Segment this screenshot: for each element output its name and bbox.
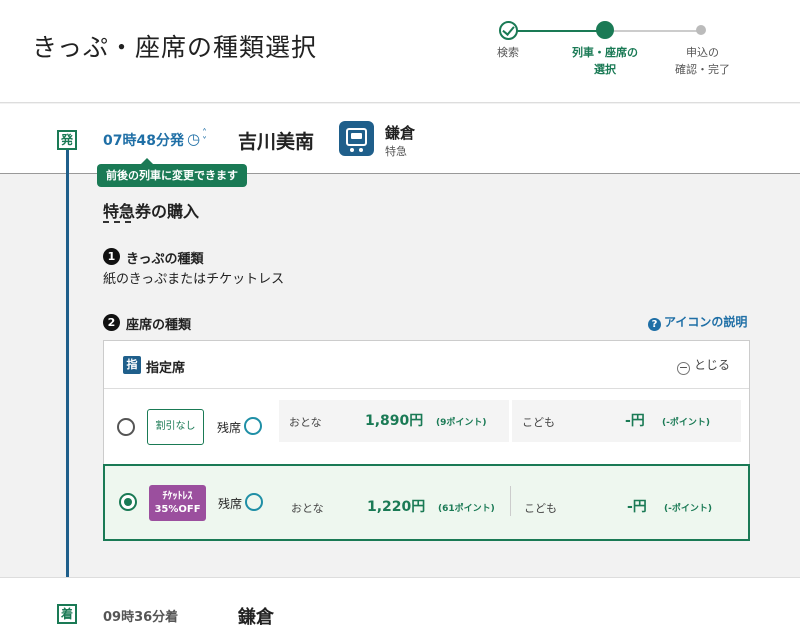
reserved-seat-badge: 指: [123, 356, 141, 374]
minus-circle-icon: −: [677, 361, 690, 375]
discount-tag: 割引なし: [147, 409, 204, 445]
availability-circle-icon: [245, 493, 263, 511]
availability-label: 残席: [217, 421, 242, 435]
step-label-select: 列車・座席の 選択: [572, 46, 638, 76]
departure-time[interactable]: 07時48分発: [103, 130, 184, 150]
step-label-search[interactable]: 検索: [480, 44, 536, 61]
section-title: 特急券の購入: [103, 202, 200, 221]
promo-line-2: 35%OFF: [154, 504, 201, 515]
progress-stepper: 検索 列車・座席の 選択 申込の 確認・完了: [480, 18, 780, 88]
adult-label: おとな: [291, 502, 324, 515]
promo-line-1: ﾁｹｯﾄﾚｽ: [162, 491, 193, 502]
ticket-type-heading: きっぷの種類: [126, 252, 204, 267]
change-train-tooltip: 前後の列車に変更できます: [97, 158, 247, 187]
train-wheel: [350, 148, 354, 152]
adult-points: (61ポイント): [438, 504, 495, 514]
fare-option-row-selected[interactable]: ﾁｹｯﾄﾚｽ 35%OFF 残席 おとな 1,220円 (61ポイント) こども …: [103, 464, 750, 541]
train-wheel: [359, 148, 363, 152]
fare-radio-selected[interactable]: [119, 493, 137, 511]
arrival-station: 鎌倉: [238, 607, 274, 628]
adult-price-box: おとな 1,890円 (9ポイント): [279, 400, 509, 442]
page-title: きっぷ・座席の種類選択: [32, 33, 318, 62]
icon-help-link[interactable]: ? アイコンの説明: [648, 313, 747, 331]
availability-label: 残席: [218, 497, 243, 511]
child-price-box: こども -円 (-ポイント): [512, 400, 741, 442]
availability-circle-icon: [244, 417, 262, 435]
fare-radio[interactable]: [117, 418, 135, 436]
route-timeline: [66, 140, 69, 605]
seat-class-name: 指定席: [146, 361, 186, 376]
chevron-updown-icon[interactable]: ˄ ˅: [202, 129, 210, 147]
train-type: 特急: [385, 145, 407, 158]
train-destination: 鎌倉: [385, 124, 416, 142]
departure-marker: 発: [57, 130, 77, 150]
ticket-type-value: 紙のきっぷまたはチケットレス: [103, 272, 285, 287]
train-icon: [339, 121, 374, 156]
price-divider: [510, 486, 511, 516]
question-number-1: 1: [103, 248, 120, 265]
icon-help-link-label: アイコンの説明: [664, 315, 748, 329]
collapse-label: とじる: [694, 358, 731, 372]
child-price-box: こども -円 (-ポイント): [514, 486, 743, 528]
arrival-time: 09時36分着: [103, 610, 179, 625]
arrival-marker: 着: [57, 604, 77, 624]
adult-price: 1,890円: [365, 413, 424, 429]
title-underline: [103, 221, 131, 225]
adult-points: (9ポイント): [436, 418, 487, 428]
seat-type-heading: 座席の種類: [126, 318, 192, 333]
fare-option-row[interactable]: 割引なし 残席 おとな 1,890円 (9ポイント) こども -円 (-ポイント…: [104, 390, 749, 464]
seat-panel-header: 指 指定席 − とじる: [104, 341, 749, 389]
step-label-confirm: 申込の 確認・完了: [675, 46, 730, 76]
collapse-button[interactable]: − とじる: [677, 356, 730, 375]
adult-label: おとな: [289, 416, 322, 429]
child-price: -円: [627, 499, 647, 515]
child-label: こども: [524, 502, 557, 515]
child-points: (-ポイント): [664, 504, 712, 514]
child-label: こども: [522, 416, 555, 429]
stepper-line-pending: [605, 30, 703, 32]
ticketless-discount-tag: ﾁｹｯﾄﾚｽ 35%OFF: [149, 485, 206, 521]
help-icon: ?: [648, 318, 661, 331]
question-number-2: 2: [103, 314, 120, 331]
step-check-icon: [499, 21, 518, 40]
child-points: (-ポイント): [662, 418, 710, 428]
child-price: -円: [625, 413, 645, 429]
reserved-seat-panel: 指 指定席 − とじる 割引なし 残席 おとな 1,890円 (9ポイント) こど…: [103, 340, 750, 541]
clock-icon[interactable]: ◷: [187, 130, 200, 148]
page-header: きっぷ・座席の種類選択 検索 列車・座席の 選択 申込の 確認・完了: [0, 0, 800, 103]
adult-price: 1,220円: [367, 499, 426, 515]
stepper-line-completed: [508, 30, 605, 32]
step-current-dot: [596, 21, 614, 39]
departure-station: 吉川美南: [238, 131, 315, 153]
step-todo-dot: [696, 25, 706, 35]
train-window: [346, 128, 367, 146]
adult-price-box: おとな 1,220円 (61ポイント): [281, 486, 511, 528]
